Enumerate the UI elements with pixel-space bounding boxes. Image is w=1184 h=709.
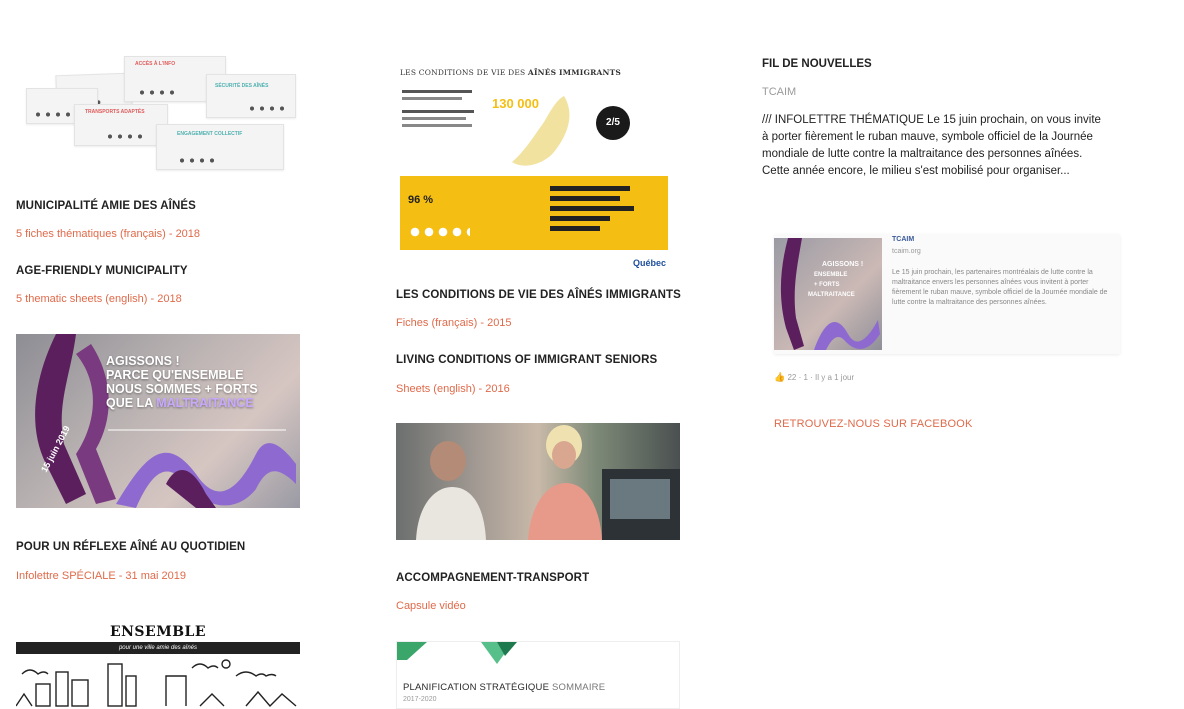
fb-ribbon-graphic: AGISSONS ! ENSEMBLE + FORTS MALTRAITANCE (780, 238, 880, 350)
fb-post-thumbnail: AGISSONS ! ENSEMBLE + FORTS MALTRAITANCE (774, 238, 882, 350)
stat-2-5: 2/5 (596, 106, 630, 140)
svg-text:AGISSONS !: AGISSONS ! (822, 261, 863, 268)
stat-band: 96 % (400, 176, 668, 250)
plan-years: 2017-2020 (403, 696, 437, 703)
ensemble-thumbnail[interactable]: ENSEMBLE pour une ville amie des aînés (16, 616, 300, 707)
link-infolettre-speciale[interactable]: Infolettre SPÉCIALE - 31 mai 2019 (16, 570, 186, 582)
stat-96: 96 % (408, 194, 434, 206)
fb-post-text: Le 15 juin prochain, les partenaires mon… (892, 269, 1108, 306)
link-conditions-fr[interactable]: Fiches (français) - 2015 (396, 317, 512, 329)
link-capsule-video[interactable]: Capsule vidéo (396, 600, 466, 612)
ribbon-line2: PARCE QU'ENSEMBLE (106, 368, 244, 382)
link-age-friendly-en[interactable]: 5 thematic sheets (english) - 2018 (16, 293, 182, 305)
heading-reflexe: POUR UN RÉFLEXE AÎNÉ AU QUOTIDIEN (16, 541, 246, 553)
plan-title: PLANIFICATION STRATÉGIQUE SOMMAIRE (403, 682, 606, 693)
fb-post-author[interactable]: TCAIM (892, 236, 914, 243)
card: ENGAGEMENT COLLECTIF (156, 124, 284, 170)
facebook-post-card[interactable]: AGISSONS ! ENSEMBLE + FORTS MALTRAITANCE… (774, 234, 1120, 354)
news-feed-body[interactable]: /// INFOLETTRE THÉMATIQUE Le 15 juin pro… (762, 112, 1107, 180)
planification-thumbnail[interactable]: PLANIFICATION STRATÉGIQUE SOMMAIRE 2017-… (396, 641, 680, 709)
like-icon[interactable]: 👍 (774, 372, 785, 382)
ribbon-banner[interactable]: AGISSONS ! PARCE QU'ENSEMBLE NOUS SOMMES… (16, 334, 300, 508)
city-illustration (16, 659, 297, 707)
ensemble-subtitle: pour une ville amie des aînés (16, 642, 300, 654)
quebec-map (512, 96, 570, 166)
facebook-link[interactable]: RETROUVEZ-NOUS SUR FACEBOOK (774, 418, 973, 430)
transport-video-thumbnail[interactable] (396, 423, 680, 540)
ribbon-line4: QUE LA MALTRAITANCE (106, 396, 254, 410)
news-feed-source[interactable]: TCAIM (762, 86, 796, 98)
svg-text:ENSEMBLE: ENSEMBLE (814, 272, 847, 278)
card: SÉCURITÉ DES AÎNÉS (206, 74, 296, 118)
svg-text:MALTRAITANCE: MALTRAITANCE (808, 292, 855, 298)
ensemble-title: ENSEMBLE (109, 624, 207, 640)
fb-post-meta: 👍 22 · 1 · Il y a 1 jour (774, 372, 854, 383)
heading-living-conditions: LIVING CONDITIONS OF IMMIGRANT SENIORS (396, 354, 658, 366)
infographic-left-text (402, 86, 488, 166)
plan-graphic (397, 642, 517, 664)
fb-post-url: tcaim.org (892, 248, 921, 255)
ribbon-line1: AGISSONS ! (106, 354, 180, 368)
heading-accompagnement: ACCOMPAGNEMENT-TRANSPORT (396, 572, 590, 584)
link-living-conditions-en[interactable]: Sheets (english) - 2016 (396, 383, 510, 395)
heading-conditions: LES CONDITIONS DE VIE DES AÎNÉS IMMIGRAN… (396, 289, 681, 301)
card: TRANSPORTS ADAPTÉS (74, 104, 168, 146)
conditions-infographic[interactable]: LES CONDITIONS DE VIE DES AÎNÉS IMMIGRAN… (396, 56, 672, 272)
heading-age-friendly: AGE-FRIENDLY MUNICIPALITY (16, 265, 188, 277)
ribbon-line3: NOUS SOMMES + FORTS (106, 382, 258, 396)
ribbon-text: AGISSONS ! PARCE QU'ENSEMBLE NOUS SOMMES… (106, 354, 258, 410)
quebec-logo: Québec (632, 258, 666, 268)
mada-thumbnail[interactable]: ACCÈS À L'INFO SÉCURITÉ DES AÎNÉS TRANSP… (16, 48, 306, 173)
infographic-title: LES CONDITIONS DE VIE DES AÎNÉS IMMIGRAN… (400, 68, 621, 77)
fb-post-stats: 22 · 1 · Il y a 1 jour (787, 373, 855, 382)
heading-mada: MUNICIPALITÉ AMIE DES AÎNÉS (16, 200, 196, 212)
news-feed-title: FIL DE NOUVELLES (762, 58, 872, 70)
seniors-photo (416, 425, 680, 540)
svg-text:+ FORTS: + FORTS (814, 282, 840, 288)
link-mada-fr[interactable]: 5 fiches thématiques (français) - 2018 (16, 228, 200, 240)
